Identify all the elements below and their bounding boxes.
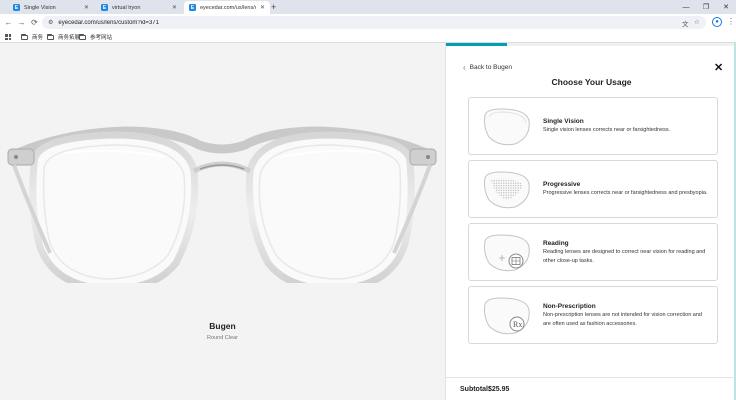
option-description: Progressive lenses corrects near or fars…	[543, 190, 708, 196]
tab-eyecedar-custom[interactable]: E eyecedar.com/us/lens/custo ✕	[184, 1, 270, 14]
usage-option-single-vision[interactable]: Single Vision Single vision lenses corre…	[468, 97, 718, 155]
product-name: Bugen	[209, 321, 236, 331]
minimize-icon[interactable]: —	[676, 0, 696, 14]
tab-virtual-tryon[interactable]: E virtual tryon ✕	[96, 1, 182, 14]
product-color: Round Clear	[207, 335, 238, 341]
tab-close-icon[interactable]: ✕	[172, 4, 177, 11]
option-title: Non-Prescription	[543, 303, 596, 310]
restore-icon[interactable]: ❐	[696, 0, 716, 14]
panel-title: Choose Your Usage	[551, 77, 632, 87]
folder-icon	[79, 33, 86, 40]
step-progress-bar	[446, 43, 736, 46]
chevron-left-icon: ‹	[463, 62, 466, 72]
non-prescription-lens-icon: Rx	[484, 297, 530, 335]
bookmark-label: 参考网站	[90, 35, 113, 41]
glasses-product-image	[7, 126, 437, 283]
usage-option-reading[interactable]: Reading Reading lenses are designed to c…	[468, 223, 718, 281]
progressive-lens-icon	[484, 171, 530, 209]
apps-grid-icon[interactable]	[5, 34, 11, 40]
subtotal-label: Subtotal:	[460, 386, 491, 393]
back-arrow-icon[interactable]: ←	[3, 17, 14, 28]
option-title: Reading	[543, 240, 569, 247]
forward-arrow-icon[interactable]: →	[16, 17, 27, 28]
window-close-icon[interactable]: ✕	[716, 0, 736, 14]
usage-option-non-prescription[interactable]: Rx Non-Prescription Non-prescription len…	[468, 286, 718, 344]
new-tab-button[interactable]: +	[271, 1, 276, 13]
back-label: Back to Bugen	[469, 64, 512, 71]
single-vision-lens-icon	[484, 108, 530, 146]
bookmark-folder-expansion[interactable]: 商务拓展	[47, 32, 80, 42]
option-description: Single vision lenses corrects near or fa…	[543, 127, 671, 133]
folder-icon	[21, 33, 28, 40]
back-to-product-link[interactable]: ‹ Back to Bugen	[463, 62, 512, 72]
bookmark-folder-business[interactable]: 商务	[21, 32, 43, 42]
tab-title: Single Vision	[24, 4, 56, 11]
site-favicon-icon: E	[13, 4, 20, 11]
site-info-icon[interactable]: ⚙	[48, 19, 53, 26]
option-title: Single Vision	[543, 118, 584, 125]
bookmarks-bar: 商务 商务拓展 参考网站	[0, 31, 736, 43]
site-favicon-icon: E	[189, 4, 196, 11]
svg-text:Rx: Rx	[513, 320, 522, 329]
url-input[interactable]	[58, 19, 459, 26]
close-icon[interactable]: ✕	[714, 61, 723, 74]
menu-kebab-icon[interactable]: ⋮	[727, 17, 735, 26]
usage-option-progressive[interactable]: Progressive Progressive lenses corrects …	[468, 160, 718, 218]
reading-lens-icon	[484, 234, 530, 272]
bookmark-label: 商务	[32, 35, 44, 41]
subtotal-value: $25.95	[488, 386, 510, 393]
profile-avatar[interactable]: ●	[712, 17, 722, 27]
option-title: Progressive	[543, 181, 581, 188]
reload-icon[interactable]: ⟳	[29, 17, 40, 28]
tab-title: eyecedar.com/us/lens/custo	[200, 4, 256, 11]
tab-title: virtual tryon	[112, 4, 141, 11]
translate-icon[interactable]: 文	[682, 18, 689, 28]
subtotal-bar: Subtotal: $25.95	[446, 377, 736, 400]
tab-close-icon[interactable]: ✕	[260, 4, 265, 11]
bookmark-folder-reference[interactable]: 参考网站	[79, 32, 112, 42]
folder-icon	[47, 33, 54, 40]
address-bar[interactable]: ⚙	[42, 16, 706, 29]
tab-close-icon[interactable]: ✕	[84, 4, 89, 11]
product-image-area: Bugen Round Clear	[0, 43, 445, 400]
option-description: Non-prescription lenses are not intended…	[543, 312, 702, 327]
site-favicon-icon: E	[101, 4, 108, 11]
tab-single-vision[interactable]: E Single Vision ✕	[8, 1, 94, 14]
lens-configurator-panel: ‹ Back to Bugen ✕ Choose Your Usage Sing…	[445, 43, 736, 400]
step-progress-fill	[446, 43, 508, 46]
tab-strip: E Single Vision ✕ E virtual tryon ✕ E ey…	[0, 0, 736, 14]
option-description: Reading lenses are designed to correct n…	[543, 249, 706, 264]
bookmark-star-icon[interactable]: ☆	[694, 18, 700, 26]
bookmark-label: 商务拓展	[58, 35, 81, 41]
browser-toolbar: ← → ⟳ ⚙ 文 ☆ ● ⋮	[0, 14, 736, 31]
